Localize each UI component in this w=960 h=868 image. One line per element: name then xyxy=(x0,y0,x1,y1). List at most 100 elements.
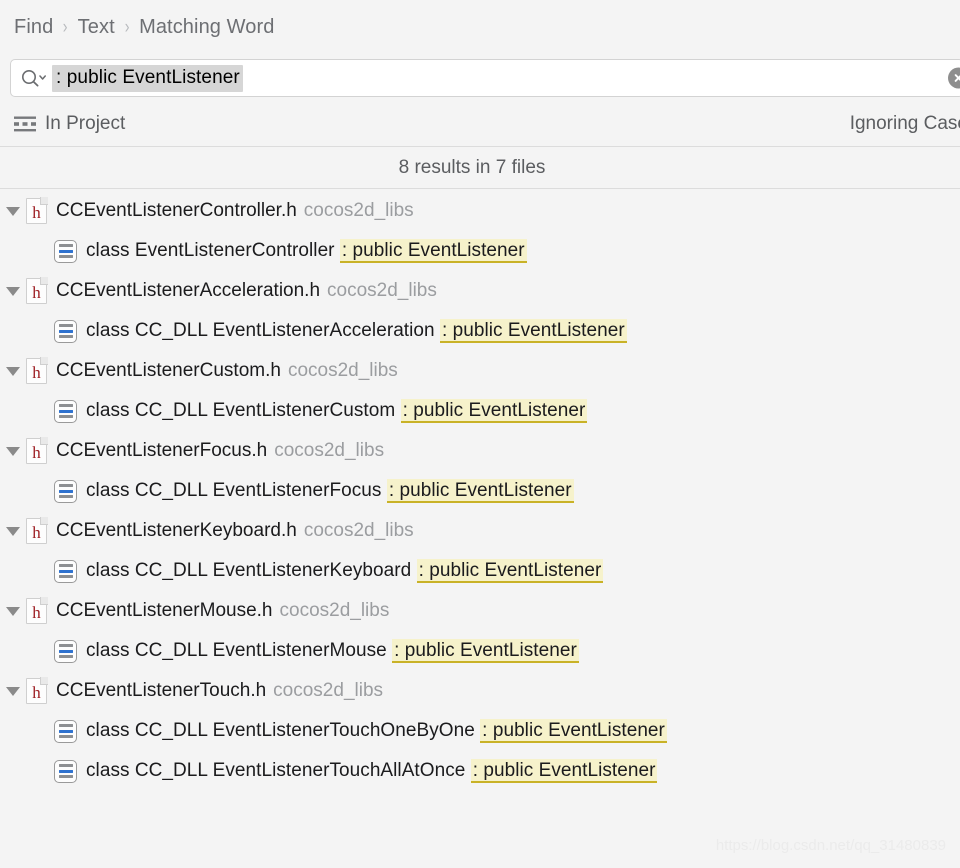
file-result-row[interactable]: h CCEventListenerKeyboard.h cocos2d_libs xyxy=(0,511,960,551)
match-highlight: : public EventListener xyxy=(400,399,588,423)
match-prefix: class CC_DLL EventListenerTouchAllAtOnce xyxy=(86,760,471,781)
match-text: class CC_DLL EventListenerTouchAllAtOnce… xyxy=(86,759,658,783)
match-text: class CC_DLL EventListenerCustom : publi… xyxy=(86,399,588,423)
disclosure-triangle-icon[interactable] xyxy=(2,446,24,456)
header-file-icon: h xyxy=(26,357,48,384)
match-text: class EventListenerController : public E… xyxy=(86,239,527,263)
file-result-row[interactable]: h CCEventListenerTouch.h cocos2d_libs xyxy=(0,671,960,711)
match-text: class CC_DLL EventListenerAcceleration :… xyxy=(86,319,627,343)
project-name: cocos2d_libs xyxy=(279,600,390,621)
match-prefix: class EventListenerController xyxy=(86,240,340,261)
watermark: https://blog.csdn.net/qq_31480839 xyxy=(715,837,946,854)
code-line-icon xyxy=(54,759,77,783)
match-result-row[interactable]: class CC_DLL EventListenerTouchOneByOne … xyxy=(0,711,960,751)
breadcrumb-item-2[interactable]: Text xyxy=(78,16,115,39)
file-type-letter: h xyxy=(32,283,41,302)
file-type-letter: h xyxy=(32,363,41,382)
breadcrumb-separator: › xyxy=(124,16,130,38)
match-result-row[interactable]: class CC_DLL EventListenerFocus : public… xyxy=(0,471,960,511)
match-prefix: class CC_DLL EventListenerFocus xyxy=(86,480,387,501)
file-type-letter: h xyxy=(32,523,41,542)
match-text: class CC_DLL EventListenerKeyboard : pub… xyxy=(86,559,604,583)
match-result-row[interactable]: class CC_DLL EventListenerTouchAllAtOnce… xyxy=(0,751,960,791)
file-name: CCEventListenerTouch.h xyxy=(56,680,267,701)
search-icon[interactable] xyxy=(20,69,46,87)
file-result-row[interactable]: h CCEventListenerCustom.h cocos2d_libs xyxy=(0,351,960,391)
header-file-icon: h xyxy=(26,597,48,624)
disclosure-triangle-icon[interactable] xyxy=(2,526,24,536)
disclosure-triangle-icon[interactable] xyxy=(2,206,24,216)
match-highlight: : public EventListener xyxy=(480,719,667,743)
project-name: cocos2d_libs xyxy=(303,520,414,541)
file-type-letter: h xyxy=(32,683,41,702)
file-result-row[interactable]: h CCEventListenerMouse.h cocos2d_libs xyxy=(0,591,960,631)
file-name: CCEventListenerController.h xyxy=(56,200,297,221)
header-file-icon: h xyxy=(26,677,48,704)
header-file-icon: h xyxy=(26,517,48,544)
breadcrumb-item-3[interactable]: Matching Word xyxy=(139,16,274,39)
file-name: CCEventListenerKeyboard.h xyxy=(56,520,297,541)
match-prefix: class CC_DLL EventListenerTouchOneByOne xyxy=(86,720,481,741)
match-result-row[interactable]: class EventListenerController : public E… xyxy=(0,231,960,271)
match-prefix: class CC_DLL EventListenerKeyboard xyxy=(86,560,417,581)
match-prefix: class CC_DLL EventListenerCustom xyxy=(86,400,401,421)
code-line-icon xyxy=(54,479,77,503)
results-summary: 8 results in 7 files xyxy=(0,147,960,189)
case-sensitivity-label[interactable]: Ignoring Case xyxy=(850,113,960,135)
match-highlight: : public EventListener xyxy=(439,319,627,343)
disclosure-triangle-icon[interactable] xyxy=(2,366,24,376)
match-text: class CC_DLL EventListenerTouchOneByOne … xyxy=(86,719,667,743)
match-highlight: : public EventListener xyxy=(470,759,658,783)
file-result-row[interactable]: h CCEventListenerAcceleration.h cocos2d_li… xyxy=(0,271,960,311)
project-name: cocos2d_libs xyxy=(287,360,398,381)
file-type-letter: h xyxy=(32,203,41,222)
code-line-icon xyxy=(54,399,77,423)
breadcrumb-item-1[interactable]: Find xyxy=(14,16,53,39)
match-highlight: : public EventListener xyxy=(416,559,604,583)
header-file-icon: h xyxy=(26,197,48,224)
search-input[interactable]: : public EventListener xyxy=(10,59,960,97)
disclosure-triangle-icon[interactable] xyxy=(2,286,24,296)
search-bar: : public EventListener xyxy=(0,55,960,101)
clear-icon[interactable] xyxy=(948,67,960,89)
file-name: CCEventListenerCustom.h xyxy=(56,360,281,381)
code-line-icon xyxy=(54,719,77,743)
file-result-row[interactable]: h CCEventListenerFocus.h cocos2d_libs xyxy=(0,431,960,471)
match-highlight: : public EventListener xyxy=(392,639,579,663)
disclosure-triangle-icon[interactable] xyxy=(2,606,24,616)
match-text: class CC_DLL EventListenerFocus : public… xyxy=(86,479,574,503)
match-result-row[interactable]: class CC_DLL EventListenerMouse : public… xyxy=(0,631,960,671)
file-name: CCEventListenerMouse.h xyxy=(56,600,273,621)
match-prefix: class CC_DLL EventListenerAcceleration xyxy=(86,320,440,341)
find-navigator-panel: Find › Text › Matching Word : public EventLi… xyxy=(0,0,960,868)
results-list: h CCEventListenerController.h cocos2d_libs… xyxy=(0,189,960,791)
code-line-icon xyxy=(54,639,77,663)
match-result-row[interactable]: class CC_DLL EventListenerCustom : publi… xyxy=(0,391,960,431)
project-name: cocos2d_libs xyxy=(327,280,437,301)
file-name: CCEventListenerFocus.h xyxy=(56,440,268,461)
scope-lines-icon[interactable] xyxy=(14,116,36,132)
breadcrumb-separator: › xyxy=(63,16,68,38)
project-name: cocos2d_libs xyxy=(274,440,385,461)
match-prefix: class CC_DLL EventListenerMouse xyxy=(86,640,393,661)
header-file-icon: h xyxy=(26,437,48,464)
scope-label[interactable]: In Project xyxy=(45,113,125,135)
match-text: class CC_DLL EventListenerMouse : public… xyxy=(86,639,579,663)
breadcrumb: Find › Text › Matching Word xyxy=(0,0,960,55)
search-scope-row: In Project Ignoring Case xyxy=(0,101,960,147)
file-result-row[interactable]: h CCEventListenerController.h cocos2d_libs xyxy=(0,191,960,231)
match-highlight: : public EventListener xyxy=(386,479,574,503)
code-line-icon xyxy=(54,559,77,583)
project-name: cocos2d_libs xyxy=(303,200,414,221)
disclosure-triangle-icon[interactable] xyxy=(2,686,24,696)
match-result-row[interactable]: class CC_DLL EventListenerAcceleration :… xyxy=(0,311,960,351)
match-result-row[interactable]: class CC_DLL EventListenerKeyboard : pub… xyxy=(0,551,960,591)
file-type-letter: h xyxy=(32,603,41,622)
match-highlight: : public EventListener xyxy=(339,239,527,263)
header-file-icon: h xyxy=(26,277,48,304)
search-query-text[interactable]: : public EventListener xyxy=(52,64,243,92)
file-type-letter: h xyxy=(32,443,41,462)
code-line-icon xyxy=(54,239,77,263)
project-name: cocos2d_libs xyxy=(273,680,384,701)
code-line-icon xyxy=(54,319,77,343)
